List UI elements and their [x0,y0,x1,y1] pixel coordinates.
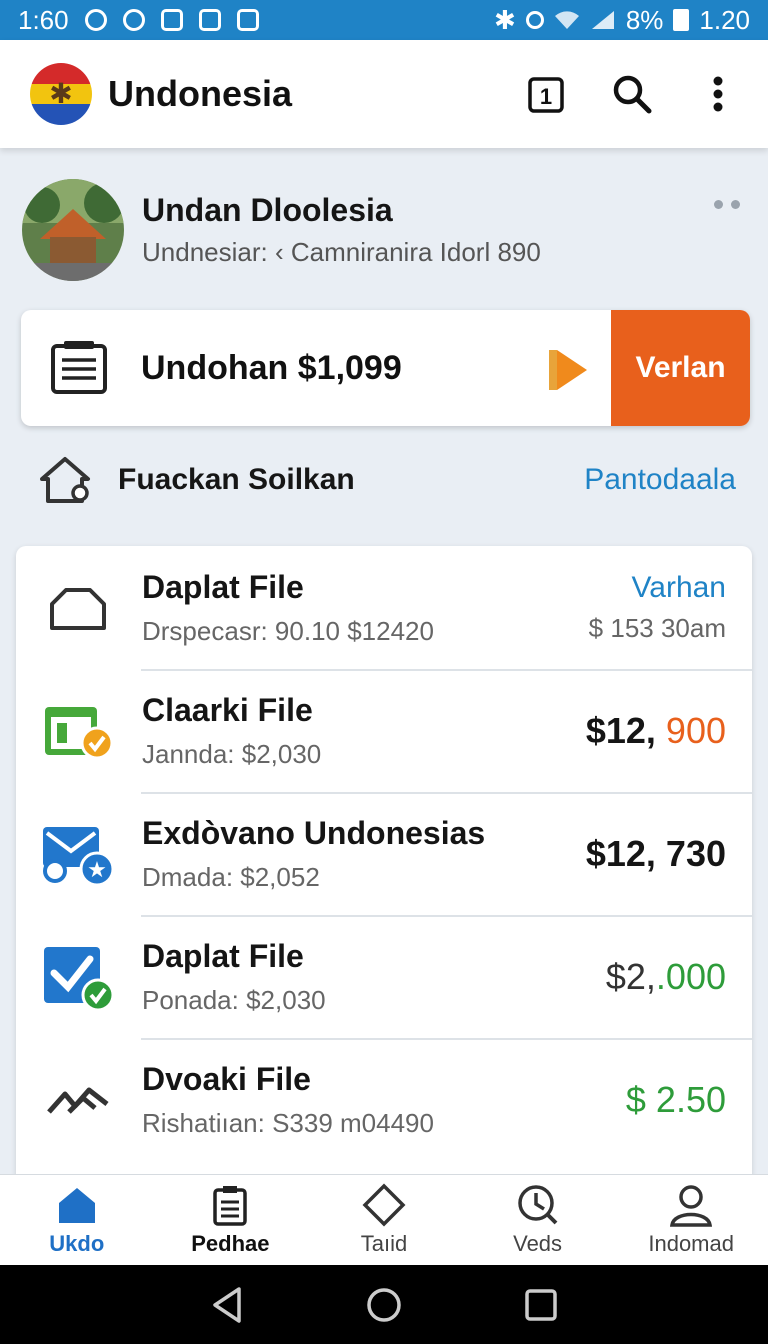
recents-icon[interactable] [523,1287,559,1323]
avatar [22,179,124,281]
list-item-amount: $12, 730 [585,832,726,874]
diamond-icon [362,1183,406,1227]
list-item-subtitle: Ponada: $2,030 [142,984,326,1015]
battery-percent: 8% [625,4,664,35]
system-nav-bar [0,1265,768,1344]
amount-highlight: .000 [655,955,726,997]
list-item-title: Claarki File [142,691,313,728]
nav-label: Taıid [360,1231,408,1256]
profile-subtitle: Undnesiar: ‹ Camniranira Idorl 890 [142,237,541,267]
more-vert-icon [713,76,723,112]
list-item[interactable]: Dvoaki File Rishatiıan: S339 m04490 $ 2.… [16,1038,752,1161]
nav-item-indomad[interactable]: Indomad [614,1175,768,1265]
more-button[interactable] [698,74,738,114]
list-item[interactable]: ★ Exdòvano Undonesias Dmada: $2,052 $12,… [16,792,752,915]
list-item-amount: $12, 900 [586,710,726,752]
person-icon [669,1183,713,1227]
promo-card[interactable]: Undohan $1,099 Verlan [21,310,750,426]
profile-name: Undan Dloolesia [142,192,393,228]
home-outline-icon [40,457,90,503]
list-item-title: Dvoaki File [142,1060,311,1097]
alarm-icon [525,11,544,29]
file-list: Daplat File Drspecasr: 90.10 $12420 Varh… [16,546,752,1186]
status-time: 1:60 [18,4,69,35]
app-logo [30,63,92,125]
section-header: Fuackan Soilkan Pantodaala [36,448,736,512]
amount-part: $2, [605,955,656,997]
search-button[interactable] [612,74,652,114]
nav-label: Indomad [648,1231,734,1256]
nav-item-home[interactable]: Ukdo [0,1175,154,1265]
tab-count: 1 [540,84,552,109]
tabs-button[interactable]: 1 [526,74,566,114]
bottom-nav: Ukdo Pedhae Taıid Veds Indomad [0,1174,768,1265]
mail-star-icon: ★ [38,814,118,894]
app-title: Undonesia [108,73,293,114]
list-item-link[interactable]: Varhan [589,571,726,605]
calendar-check-icon [38,691,118,771]
back-icon[interactable] [209,1285,245,1325]
app-bar: Undonesia 1 [0,40,768,148]
list-item-subtitle: Rishatiıan: S339 m04490 [142,1107,434,1138]
section-title: Fuackan Soilkan [118,463,355,496]
battery-icon [673,9,690,31]
status-clock-right: 1.20 [699,4,750,35]
home-circle-icon[interactable] [364,1285,404,1325]
list-item-subtitle: Drspecasr: 90.10 $12420 [142,615,434,646]
clipboard-icon [208,1183,252,1227]
checkbox-icon [38,937,118,1017]
wifi-icon [554,11,579,29]
svg-text:★: ★ [87,858,107,883]
list-item-amount: $ 2.50 [625,1078,726,1120]
list-item[interactable]: Claarki File Jannda: $2,030 $12, 900 [16,669,752,792]
list-item-title: Daplat File [142,937,304,974]
nav-label: Veds [513,1231,563,1256]
list-item-subtitle: Dmada: $2,052 [142,861,320,892]
nav-item-tarid[interactable]: Taıid [307,1175,461,1265]
play-icon [549,350,587,390]
document-icon [49,338,109,398]
list-item[interactable]: Daplat File Ponada: $2,030 $2,.000 [16,915,752,1038]
amount-part: $12, [585,709,666,751]
message-icon [160,9,183,31]
folder-icon [38,568,118,648]
list-item-title: Exdòvano Undonesias [142,814,486,851]
home-icon [55,1183,99,1227]
shield-icon [122,9,145,31]
calendar-icon [236,9,259,31]
nav-item-pedhae[interactable]: Pedhae [154,1175,308,1265]
list-item-subtitle: Jannda: $2,030 [142,738,322,769]
clock-icon [516,1183,560,1227]
app-icon [198,9,221,31]
list-item-amount: $2,.000 [606,956,726,998]
search-icon [613,75,652,114]
settings-icon [84,9,107,31]
nav-label: Ukdo [49,1231,105,1256]
trend-icon [38,1060,118,1140]
list-item-amount-sub: $ 153 30am [588,613,726,643]
bluetooth-icon: ✱ [494,4,516,35]
tabs-icon: 1 [528,77,564,113]
status-bar: 1:60 ✱ 8% 1.20 [0,0,768,40]
list-item[interactable]: Daplat File Drspecasr: 90.10 $12420 Varh… [16,546,752,669]
list-item-title: Daplat File [142,568,304,605]
nav-item-veds[interactable]: Veds [461,1175,615,1265]
profile-header[interactable]: Undan Dloolesia Undnesiar: ‹ Camniranira… [22,178,748,282]
section-link[interactable]: Pantodaala [584,463,736,497]
signal-icon [591,11,614,29]
promo-text: Undohan $1,099 [141,348,402,387]
amount-highlight: 900 [665,709,726,751]
more-horiz-icon[interactable] [714,200,740,209]
nav-label: Pedhae [191,1231,270,1256]
verlan-button[interactable]: Verlan [611,310,750,426]
